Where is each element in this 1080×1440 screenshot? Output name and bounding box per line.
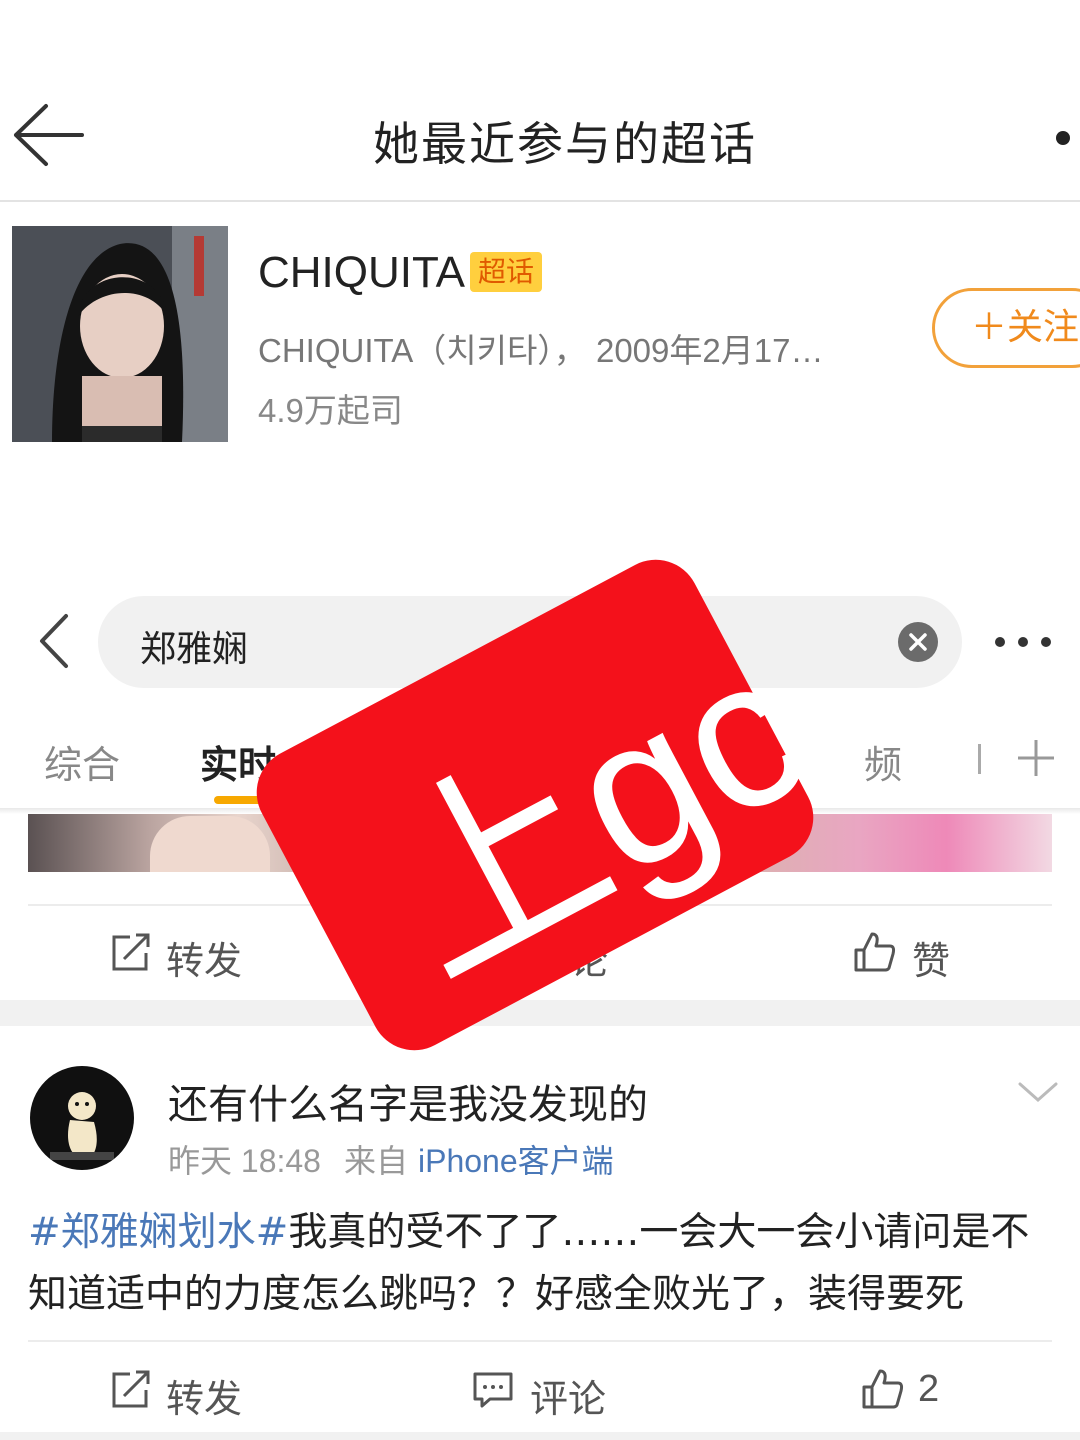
post-body: #郑雅娴划水#我真的受不了了……一会大一会小请问是不知道适中的力度怎么跳吗？？好… <box>28 1202 1058 1326</box>
divider <box>28 1340 1052 1342</box>
more-menu-icon[interactable] <box>1056 131 1070 145</box>
tab-video[interactable]: 频 <box>864 734 902 789</box>
search-query[interactable]: 郑雅娴 <box>140 620 248 672</box>
avatar[interactable] <box>30 1066 134 1170</box>
post-source-client[interactable]: iPhone客户端 <box>418 1136 614 1182</box>
more-options-icon[interactable] <box>992 632 1054 652</box>
like-button[interactable]: 赞 <box>912 930 950 985</box>
follow-button[interactable]: ＋关注 <box>932 288 1080 368</box>
bottom-separator <box>0 1432 1080 1440</box>
add-tab-icon[interactable] <box>1016 738 1056 778</box>
search-back-icon[interactable] <box>34 612 74 670</box>
chevron-down-icon[interactable] <box>1018 1080 1058 1104</box>
page-title: 她最近参与的超话 <box>373 117 757 171</box>
like-icon[interactable] <box>852 930 896 974</box>
tab-comprehensive[interactable]: 综合 <box>44 734 120 789</box>
topic-name[interactable]: CHIQUITA <box>258 248 465 298</box>
hashtag-link[interactable]: #郑雅娴划水# <box>28 1210 288 1255</box>
post-image-face <box>150 816 270 872</box>
post-author-line[interactable]: 还有什么名字是我没发现的 <box>168 1072 648 1130</box>
super-topic-badge: 超话 <box>470 252 543 292</box>
like-count[interactable]: 2 <box>918 1368 939 1411</box>
post-timestamp: 昨天 18:48 <box>168 1143 321 1179</box>
topic-cover-image[interactable] <box>12 226 228 442</box>
topic-description: CHIQUITA（치키타）， 2009年2月17… <box>258 332 824 369</box>
like-icon[interactable] <box>860 1367 904 1411</box>
comment-icon[interactable] <box>472 1371 514 1409</box>
comment-button[interactable]: 评论 <box>530 1368 606 1423</box>
repost-icon[interactable] <box>110 1370 152 1410</box>
repost-button[interactable]: 转发 <box>166 930 242 985</box>
post-source-prefix: 来自 <box>344 1142 409 1180</box>
header-divider <box>0 200 1080 202</box>
topic-followers-count: 4.9万起司 <box>258 392 403 429</box>
clear-search-icon[interactable] <box>898 622 938 662</box>
repost-button[interactable]: 转发 <box>166 1368 242 1423</box>
repost-icon[interactable] <box>110 933 152 973</box>
tab-partial[interactable] <box>978 744 989 774</box>
